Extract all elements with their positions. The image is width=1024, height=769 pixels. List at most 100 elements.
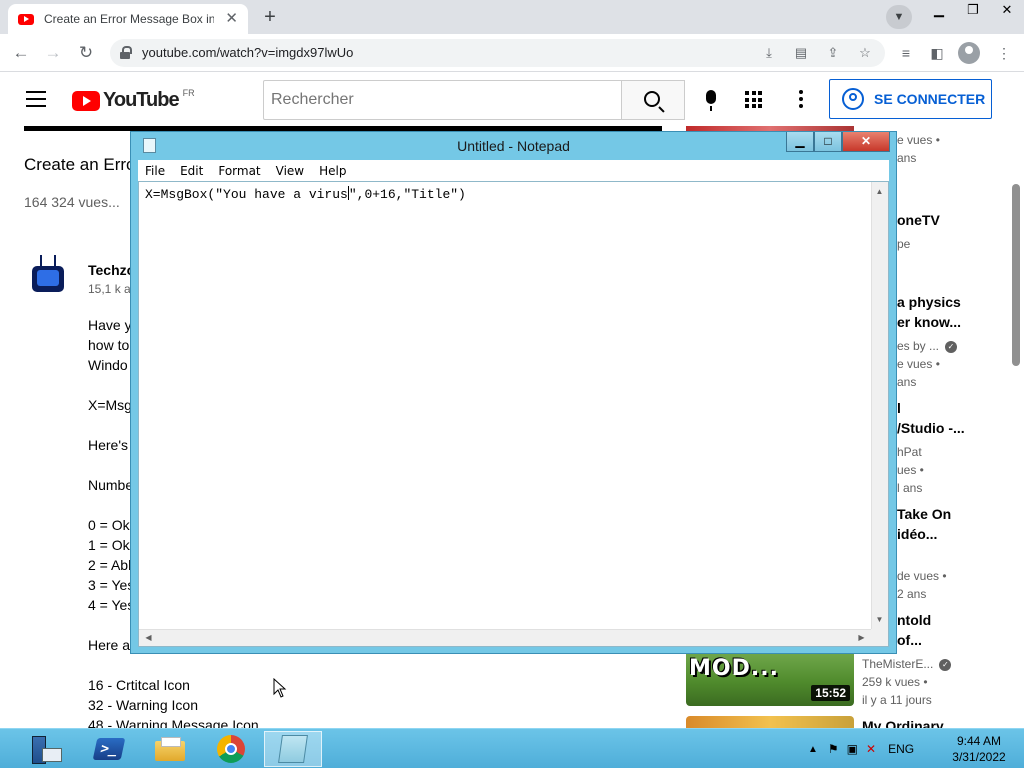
apps-grid-icon[interactable] <box>745 91 762 108</box>
description-line: Have y <box>88 317 132 333</box>
tab-close-icon[interactable]: ✕ <box>225 10 238 28</box>
rec-channel-name: es by ... <box>897 339 940 353</box>
resize-grip-icon[interactable] <box>871 629 888 646</box>
sign-in-label: SE CONNECTER <box>874 91 986 107</box>
notepad-maximize-button[interactable]: □ <box>814 132 842 152</box>
description-line: 3 = Yes <box>88 577 135 593</box>
thumbnail-text: MOD... <box>689 656 779 681</box>
youtube-header: YouTube FR Rechercher SE CONNECTER <box>0 72 1024 128</box>
windows-taskbar: >_ ▲ ⚑ ▣ ✕ ENG 9:44 AM 3/31/2022 <box>0 728 1024 768</box>
server-manager-icon <box>30 734 62 764</box>
description-line: Here's <box>88 437 129 453</box>
notepad-text-area[interactable]: X=MsgBox("You have a virus",0+16,"Title"… <box>138 181 889 647</box>
volume-muted-icon[interactable]: ✕ <box>866 742 876 756</box>
scroll-left-arrow-icon[interactable]: ◀ <box>141 630 156 645</box>
notepad-minimize-button[interactable]: ▁ <box>786 132 814 152</box>
youtube-logo-text: YouTube <box>103 89 180 111</box>
tray-expand-icon[interactable]: ▲ <box>808 744 818 755</box>
rec-title[interactable]: l <box>897 400 901 416</box>
server-manager-button[interactable] <box>16 731 74 767</box>
sign-in-button[interactable]: SE CONNECTER <box>829 79 992 119</box>
account-circle-icon <box>842 88 864 110</box>
rec-title[interactable]: a physics <box>897 294 961 310</box>
description-line: Here a <box>88 637 131 653</box>
powershell-icon: >_ <box>92 738 126 760</box>
scroll-up-arrow-icon[interactable]: ▲ <box>872 184 887 199</box>
url-text[interactable]: youtube.com/watch?v=imgdx97lwUo <box>142 45 353 60</box>
tab-search-chevron-icon[interactable]: ▼ <box>886 5 912 29</box>
scroll-right-arrow-icon[interactable]: ▶ <box>854 630 869 645</box>
rec-title[interactable]: /Studio -... <box>897 420 965 436</box>
powershell-button[interactable]: >_ <box>80 731 138 767</box>
share-icon[interactable]: ⇪ <box>824 44 842 62</box>
description-line: 16 - Crtitcal Icon <box>88 677 190 693</box>
channel-name[interactable]: Techzo <box>88 262 135 278</box>
forward-arrow-icon[interactable]: → <box>42 42 64 64</box>
notepad-window-controls: ▁ □ ✕ <box>786 132 890 152</box>
video-title: Create an Erro <box>24 155 136 174</box>
scroll-down-arrow-icon[interactable]: ▼ <box>872 612 887 627</box>
search-icon <box>644 91 660 107</box>
file-explorer-button[interactable] <box>141 731 199 767</box>
settings-more-icon[interactable] <box>799 90 803 110</box>
channel-avatar[interactable] <box>28 255 68 295</box>
translate-icon[interactable]: ▤ <box>792 44 810 62</box>
rec-title[interactable]: idéo... <box>897 526 937 542</box>
rec-age: 2 ans <box>897 587 927 601</box>
rec-title[interactable]: oneTV <box>897 212 940 228</box>
restore-window-icon[interactable]: ❐ <box>956 0 990 20</box>
browser-tab[interactable]: Create an Error Message Box in N ✕ <box>8 4 248 34</box>
tab-title: Create an Error Message Box in N <box>44 12 214 26</box>
notepad-taskbar-button[interactable] <box>264 731 322 767</box>
rec-channel: es by ... ✓ <box>897 339 958 353</box>
menu-format[interactable]: Format <box>218 164 260 178</box>
media-queue-icon[interactable]: ≡ <box>896 43 916 63</box>
language-indicator[interactable]: ENG <box>888 742 914 756</box>
side-panel-icon[interactable]: ◧ <box>927 43 947 63</box>
rec-title[interactable]: of... <box>897 632 922 648</box>
hamburger-menu-icon[interactable] <box>26 91 46 107</box>
chrome-button[interactable] <box>202 731 260 767</box>
youtube-logo[interactable]: YouTube FR <box>72 88 195 112</box>
new-tab-button[interactable]: + <box>258 6 282 30</box>
menu-edit[interactable]: Edit <box>180 164 203 178</box>
chrome-menu-icon[interactable]: ⋮ <box>994 43 1014 63</box>
menu-view[interactable]: View <box>276 164 304 178</box>
rec-title[interactable]: Take On <box>897 506 951 522</box>
menu-file[interactable]: File <box>145 164 165 178</box>
profile-avatar-icon[interactable] <box>958 42 980 64</box>
search-button[interactable] <box>621 80 685 120</box>
install-app-icon[interactable]: ⤓ <box>760 44 778 62</box>
minimize-window-icon[interactable]: ▁ <box>922 0 956 20</box>
microphone-icon[interactable] <box>706 90 716 111</box>
bookmark-star-icon[interactable]: ☆ <box>856 44 874 62</box>
notepad-vertical-scrollbar[interactable]: ▲ ▼ <box>871 182 888 629</box>
chrome-icon <box>217 735 245 763</box>
address-bar[interactable]: youtube.com/watch?v=imgdx97lwUo ⤓ ▤ ⇪ ☆ <box>110 39 885 67</box>
rec-title[interactable]: ntold <box>897 612 931 628</box>
page-scrollbar-thumb[interactable] <box>1012 184 1020 366</box>
notepad-horizontal-scrollbar[interactable]: ◀ ▶ <box>139 629 871 646</box>
back-arrow-icon[interactable]: ← <box>10 42 32 64</box>
rec-channel: pe <box>897 237 911 251</box>
description-line: X=Msg <box>88 397 132 413</box>
notepad-menu-bar: File Edit Format View Help <box>138 160 889 181</box>
menu-help[interactable]: Help <box>319 164 346 178</box>
search-input[interactable]: Rechercher <box>263 80 622 120</box>
action-center-flag-icon[interactable]: ⚑ <box>828 742 839 756</box>
close-window-icon[interactable]: ✕ <box>990 0 1024 20</box>
rec-age: ans <box>897 375 917 389</box>
video-views: 164 324 vues... <box>24 194 120 210</box>
notepad-title-bar[interactable]: Untitled - Notepad ▁ □ ✕ <box>131 132 896 160</box>
notepad-close-button[interactable]: ✕ <box>842 132 890 152</box>
notepad-text[interactable]: X=MsgBox("You have a virus",0+16,"Title"… <box>145 186 466 202</box>
browser-tab-strip: Create an Error Message Box in N ✕ + ▼ ▁… <box>0 0 1024 34</box>
rec-title[interactable]: er know... <box>897 314 961 330</box>
reload-icon[interactable]: ↻ <box>75 42 97 64</box>
search-placeholder: Rechercher <box>271 91 354 108</box>
network-icon[interactable]: ▣ <box>847 742 858 756</box>
recommendation-thumbnail[interactable]: MOD... 15:52 <box>686 654 854 706</box>
lock-icon <box>120 46 132 59</box>
verified-check-icon: ✓ <box>939 658 952 671</box>
system-clock[interactable]: 9:44 AM 3/31/2022 <box>944 733 1014 765</box>
